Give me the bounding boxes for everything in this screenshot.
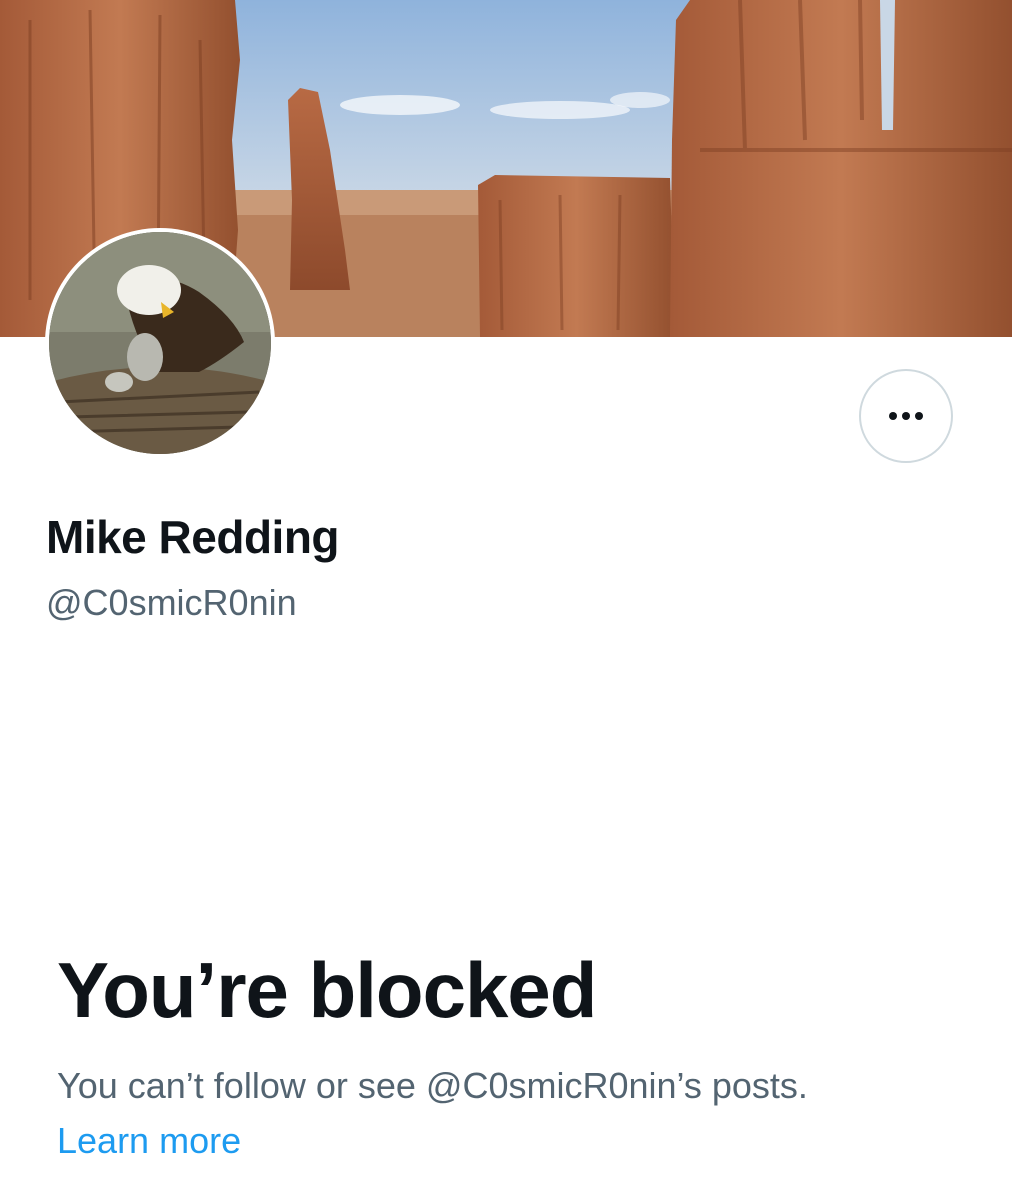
blocked-title: You’re blocked [57,946,597,1034]
profile-display-name: Mike Redding [46,511,340,563]
eagle-avatar-image [49,232,271,454]
profile-handle: @C0smicR0nin [46,582,297,623]
more-options-button[interactable] [859,369,953,463]
profile-avatar[interactable] [45,228,275,458]
learn-more-link[interactable]: Learn more [57,1120,241,1162]
blocked-description: You can’t follow or see @C0smicR0nin’s p… [57,1065,808,1106]
more-horizontal-icon [889,412,923,420]
